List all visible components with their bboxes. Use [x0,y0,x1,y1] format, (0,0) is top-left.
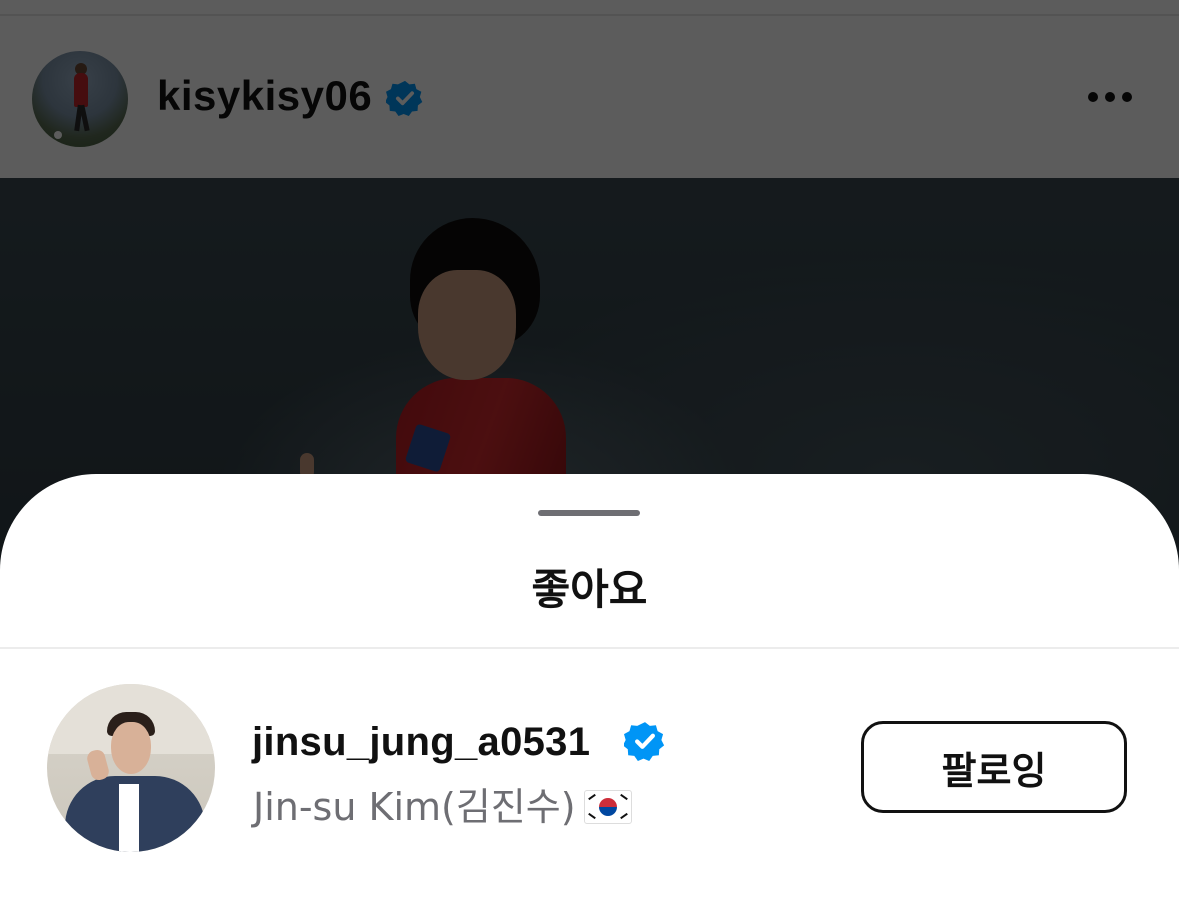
likes-sheet: 좋아요 jinsu_jung_a0531 Jin-su Kim(김진수) 팔로잉 [0,474,1179,904]
liker-username[interactable]: jinsu_jung_a0531 [252,720,590,765]
liker-full-name-text: Jin-su Kim(김진수) [253,785,576,829]
sheet-drag-handle[interactable] [538,510,640,516]
avatar[interactable] [47,684,215,852]
sheet-title: 좋아요 [531,565,648,614]
verified-badge-icon [624,722,665,761]
liker-full-name: Jin-su Kim(김진수) [253,776,632,831]
sheet-divider [0,647,1179,649]
list-item[interactable]: jinsu_jung_a0531 Jin-su Kim(김진수) 팔로잉 [0,684,1179,854]
following-button[interactable]: 팔로잉 [861,721,1127,813]
south-korea-flag-icon [583,789,632,824]
